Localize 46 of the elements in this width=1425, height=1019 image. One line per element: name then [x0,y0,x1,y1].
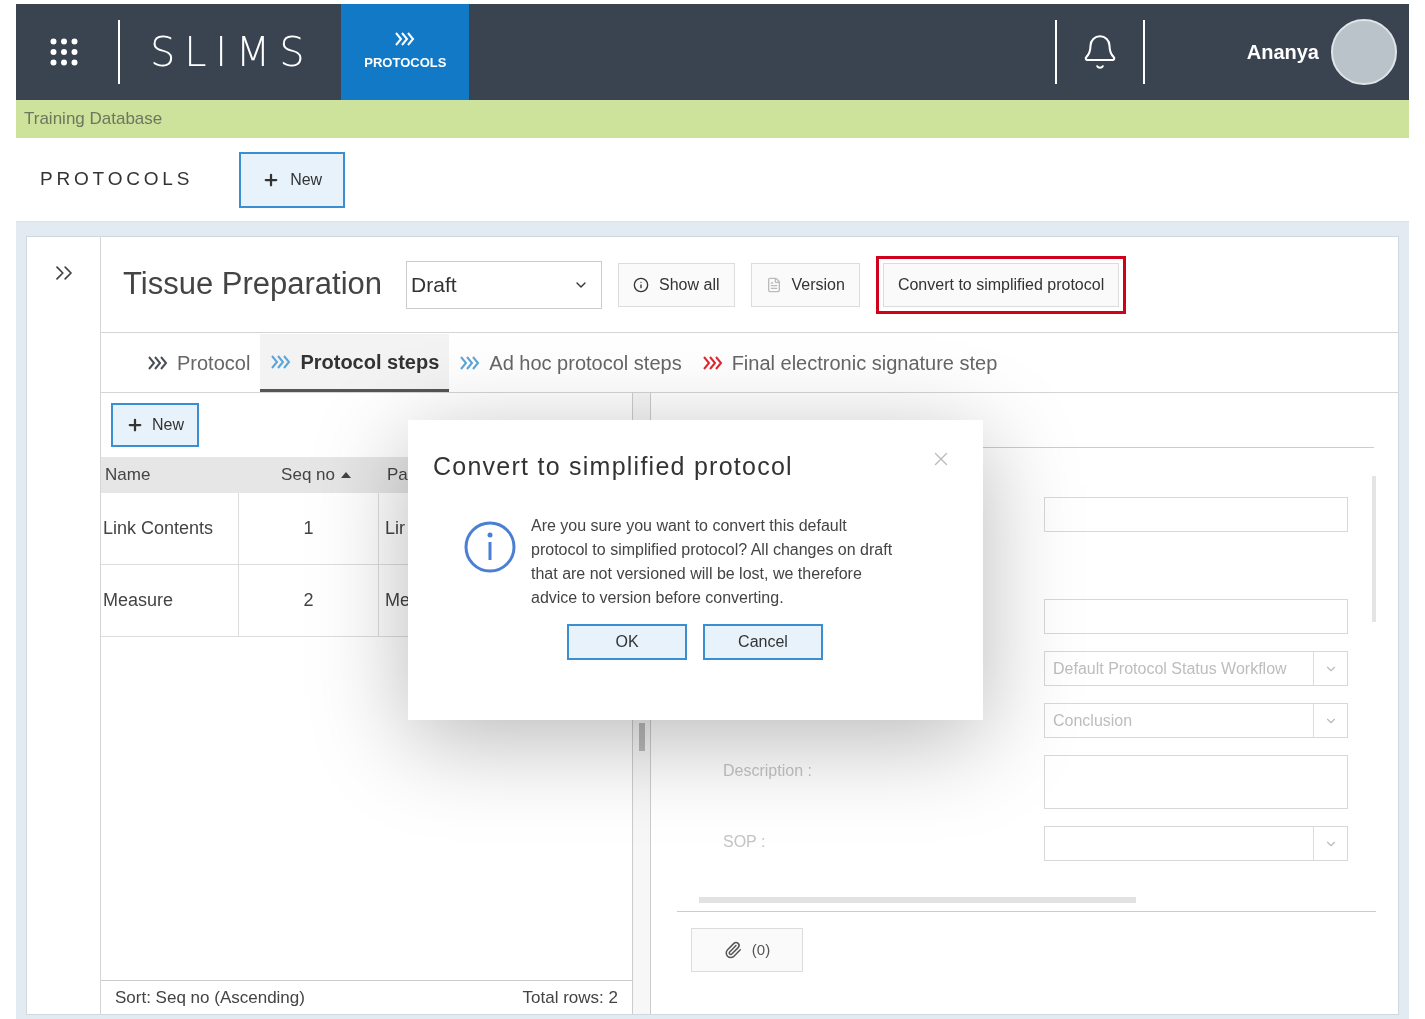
attachments-button[interactable]: (0) [691,928,803,972]
chevrons-icon [394,31,417,48]
table-cell: Link Contents [101,493,239,564]
field-label: Description : [723,762,812,779]
page-title: PROTOCOLS [40,167,194,192]
database-banner: Training Database [16,100,1409,138]
table-cell: Measure [101,565,239,636]
sort-info: Sort: Seq no (Ascending) [115,986,305,1009]
toolbar-button[interactable]: Convert to simplified protocol [882,262,1120,307]
new-step-button[interactable]: New [111,403,199,447]
table-cell-text: Lir [384,517,405,540]
input-field[interactable] [1044,599,1348,634]
new-button[interactable]: New [239,151,346,208]
tab[interactable]: Final electronic signature step [691,334,1008,392]
column-header[interactable]: Name [101,462,239,488]
dialog-message: Are you sure you want to convert this default protocol to simplified protocol? All changes on draft that are not versioned will be lost, we therefore advice to version before converting. [531,515,894,608]
horizontal-scrollbar[interactable] [699,897,1136,903]
column-header[interactable]: Seq no [239,462,379,488]
dialog-button[interactable]: Cancel [703,623,823,660]
dialog-button[interactable]: OK [567,623,687,660]
status-dropdown[interactable]: Draft [406,260,603,309]
input-field[interactable] [1044,497,1348,532]
row-count: Total rows: 2 [522,986,618,1009]
tab[interactable]: Protocol [137,334,261,392]
field-label: SOP : [723,833,766,850]
column-header[interactable]: Pa [379,462,408,488]
tab[interactable]: Protocol steps [260,334,450,392]
info-icon [463,519,517,574]
app-logo: SLIMS [150,28,314,77]
splitter-handle[interactable] [638,723,645,751]
dialog-title: Convert to simplified protocol [433,451,793,482]
text-area[interactable] [1044,755,1348,809]
user-name[interactable]: Ananya [1246,37,1319,67]
plus-icon [126,416,144,434]
table-cell: 2 [239,565,379,636]
module-tab[interactable]: PROTOCOLS [341,4,470,100]
info-icon [633,276,650,293]
tab[interactable]: Ad hoc protocol steps [449,334,692,392]
paperclip-icon [723,941,742,959]
protocol-title: Tissue Preparation [123,265,383,304]
toolbar-button[interactable]: Version [750,262,860,307]
document-icon [765,276,782,293]
dropdown-field[interactable] [1044,826,1348,861]
table-cell-text: Me [384,589,410,612]
toolbar-button[interactable]: Show all [618,262,735,307]
table-cell: 1 [239,493,379,564]
